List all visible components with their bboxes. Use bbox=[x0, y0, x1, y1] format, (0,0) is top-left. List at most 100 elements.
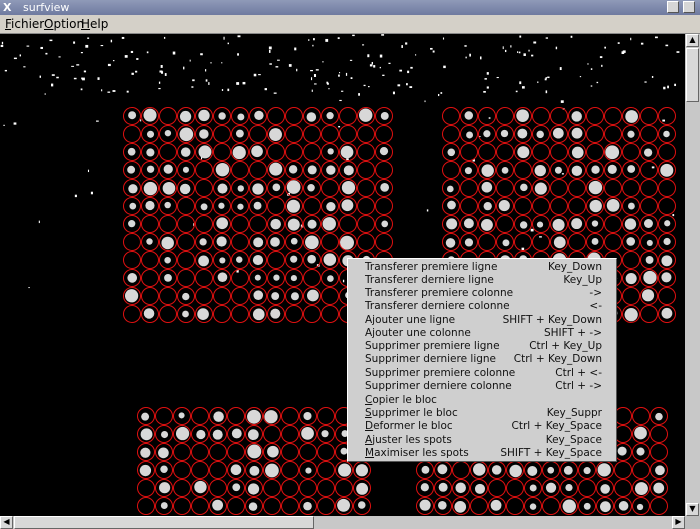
spot-circle[interactable] bbox=[658, 179, 676, 197]
spot-circle[interactable] bbox=[285, 125, 303, 143]
spot-circle[interactable] bbox=[632, 407, 650, 425]
spot-circle[interactable] bbox=[550, 143, 568, 161]
scroll-up-button[interactable]: ▲ bbox=[686, 34, 699, 47]
spot-circle[interactable] bbox=[357, 215, 375, 233]
spot-circle[interactable] bbox=[195, 287, 213, 305]
spot-circle[interactable] bbox=[231, 287, 249, 305]
spot-circle[interactable] bbox=[568, 233, 586, 251]
spot-circle[interactable] bbox=[303, 143, 321, 161]
spot-circle[interactable] bbox=[191, 407, 209, 425]
spot-circle[interactable] bbox=[267, 197, 285, 215]
spot-circle[interactable] bbox=[281, 479, 299, 497]
spot-circle[interactable] bbox=[303, 125, 321, 143]
spot-circle[interactable] bbox=[263, 425, 281, 443]
scroll-left-button[interactable]: ◀ bbox=[0, 516, 13, 529]
spot-circle[interactable] bbox=[141, 215, 159, 233]
spot-circle[interactable] bbox=[267, 251, 285, 269]
menu-item-maximiser-spots[interactable]: Maximiser les spots SHIFT + Key_Space bbox=[348, 447, 616, 460]
spot-circle[interactable] bbox=[231, 161, 249, 179]
spot-circle[interactable] bbox=[586, 125, 604, 143]
spot-circle[interactable] bbox=[357, 197, 375, 215]
spot-circle[interactable] bbox=[496, 215, 514, 233]
spot-circle[interactable] bbox=[586, 143, 604, 161]
scroll-down-button[interactable]: ▼ bbox=[686, 503, 699, 516]
spot-circle[interactable] bbox=[604, 233, 622, 251]
spot-circle[interactable] bbox=[640, 125, 658, 143]
menu-item-supprimer-derniere-ligne[interactable]: Supprimer derniere ligne Ctrl + Key_Down bbox=[348, 353, 616, 366]
spot-circle[interactable] bbox=[317, 407, 335, 425]
spot-circle[interactable] bbox=[281, 497, 299, 515]
spot-circle[interactable] bbox=[568, 197, 586, 215]
spot-circle[interactable] bbox=[632, 461, 650, 479]
spot-circle[interactable] bbox=[614, 479, 632, 497]
menu-item-supprimer-premiere-colonne[interactable]: Supprimer premiere colonne Ctrl + <- bbox=[348, 367, 616, 380]
spot-circle[interactable] bbox=[177, 215, 195, 233]
spot-circle[interactable] bbox=[375, 161, 393, 179]
spot-circle[interactable] bbox=[231, 233, 249, 251]
spot-circle[interactable] bbox=[506, 479, 524, 497]
menu-item-transferer-derniere-ligne[interactable]: Transferer derniere ligne Key_Up bbox=[348, 274, 616, 287]
spot-block-bottom-left[interactable] bbox=[137, 407, 371, 515]
spot-circle[interactable] bbox=[303, 269, 321, 287]
spot-circle[interactable] bbox=[195, 215, 213, 233]
menu-item-deformer-bloc[interactable]: Deformer le bloc Ctrl + Key_Space bbox=[348, 420, 616, 433]
spot-circle[interactable] bbox=[285, 107, 303, 125]
spot-circle[interactable] bbox=[357, 143, 375, 161]
spot-circle[interactable] bbox=[317, 443, 335, 461]
spot-circle[interactable] bbox=[141, 251, 159, 269]
spot-circle[interactable] bbox=[478, 143, 496, 161]
spot-circle[interactable] bbox=[213, 305, 231, 323]
spot-circle[interactable] bbox=[281, 407, 299, 425]
spot-circle[interactable] bbox=[231, 305, 249, 323]
spot-circle[interactable] bbox=[159, 287, 177, 305]
menu-item-supprimer-bloc[interactable]: Supprimer le bloc Key_Suppr bbox=[348, 407, 616, 420]
spot-circle[interactable] bbox=[231, 269, 249, 287]
spot-circle[interactable] bbox=[640, 197, 658, 215]
spot-circle[interactable] bbox=[514, 161, 532, 179]
scroll-right-button[interactable]: ▶ bbox=[672, 516, 685, 529]
spot-circle[interactable] bbox=[339, 107, 357, 125]
spot-circle[interactable] bbox=[496, 143, 514, 161]
spot-circle[interactable] bbox=[173, 443, 191, 461]
menu-item-ajouter-colonne[interactable]: Ajouter une colonne SHIFT + -> bbox=[348, 327, 616, 340]
spot-circle[interactable] bbox=[249, 161, 267, 179]
spot-circle[interactable] bbox=[640, 179, 658, 197]
menu-item-supprimer-premiere-ligne[interactable]: Supprimer premiere ligne Ctrl + Key_Up bbox=[348, 340, 616, 353]
spot-circle[interactable] bbox=[640, 161, 658, 179]
spot-circle[interactable] bbox=[159, 305, 177, 323]
spot-circle[interactable] bbox=[321, 233, 339, 251]
spot-circle[interactable] bbox=[604, 125, 622, 143]
spot-circle[interactable] bbox=[195, 179, 213, 197]
menu-item-transferer-premiere-ligne[interactable]: Transferer premiere ligne Key_Down bbox=[348, 261, 616, 274]
spot-circle[interactable] bbox=[195, 269, 213, 287]
spot-circle[interactable] bbox=[303, 305, 321, 323]
spot-circle[interactable] bbox=[285, 305, 303, 323]
maximize-button[interactable] bbox=[683, 1, 695, 13]
spot-circle[interactable] bbox=[177, 251, 195, 269]
horizontal-scroll-thumb[interactable] bbox=[14, 516, 314, 529]
spot-circle[interactable] bbox=[604, 107, 622, 125]
spot-circle[interactable] bbox=[137, 479, 155, 497]
spot-circle[interactable] bbox=[604, 179, 622, 197]
spot-circle[interactable] bbox=[506, 497, 524, 515]
spot-circle[interactable] bbox=[141, 287, 159, 305]
spot-circle[interactable] bbox=[191, 461, 209, 479]
spot-circle[interactable] bbox=[532, 107, 550, 125]
spot-circle[interactable] bbox=[658, 143, 676, 161]
spot-circle[interactable] bbox=[442, 125, 460, 143]
spot-circle[interactable] bbox=[173, 461, 191, 479]
spot-circle[interactable] bbox=[299, 479, 317, 497]
spot-circle[interactable] bbox=[249, 215, 267, 233]
spot-circle[interactable] bbox=[299, 443, 317, 461]
spot-circle[interactable] bbox=[339, 215, 357, 233]
spot-circle[interactable] bbox=[285, 143, 303, 161]
spot-circle[interactable] bbox=[227, 443, 245, 461]
spot-circle[interactable] bbox=[141, 269, 159, 287]
spot-circle[interactable] bbox=[159, 107, 177, 125]
spot-circle[interactable] bbox=[542, 497, 560, 515]
spot-circle[interactable] bbox=[478, 233, 496, 251]
spot-circle[interactable] bbox=[321, 179, 339, 197]
spot-circle[interactable] bbox=[281, 443, 299, 461]
spot-circle[interactable] bbox=[209, 461, 227, 479]
spot-circle[interactable] bbox=[213, 143, 231, 161]
